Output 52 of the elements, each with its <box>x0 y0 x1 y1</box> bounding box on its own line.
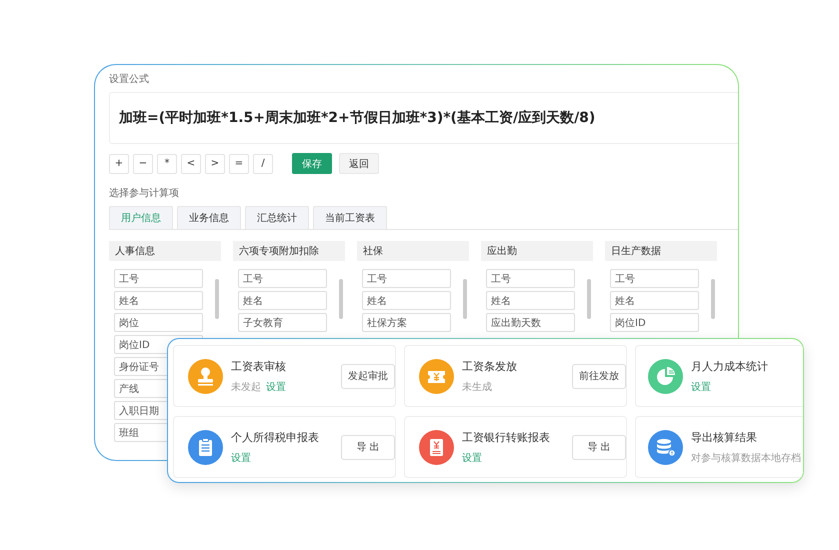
tab[interactable]: 当前工资表 <box>313 206 387 229</box>
item-field[interactable]: 姓名 <box>238 291 327 310</box>
operator-button[interactable]: * <box>157 154 177 174</box>
tab[interactable]: 业务信息 <box>177 206 241 229</box>
item-field[interactable]: 子女教育 <box>238 313 327 332</box>
card-title: 工资表审核 <box>231 358 286 374</box>
card-title: 月人力成本统计 <box>691 358 768 374</box>
operator-button[interactable]: − <box>133 154 153 174</box>
card-title: 导出核算结果 <box>691 430 757 444</box>
scrollbar[interactable] <box>711 279 715 319</box>
item-field[interactable]: 姓名 <box>610 291 699 310</box>
back-button[interactable]: 返回 <box>339 153 379 174</box>
card-title: 工资条发放 <box>462 358 517 374</box>
operator-button[interactable]: = <box>229 154 249 174</box>
section-label: 选择参与计算项 <box>109 186 179 200</box>
card-title: 个人所得税申报表 <box>231 430 319 444</box>
item-field[interactable]: 姓名 <box>486 291 575 310</box>
item-field[interactable]: 姓名 <box>362 291 451 310</box>
item-field[interactable]: 工号 <box>486 269 575 288</box>
item-field[interactable]: 工号 <box>610 269 699 288</box>
operator-button[interactable]: < <box>181 154 201 174</box>
operator-button[interactable]: + <box>109 154 129 174</box>
column-header: 应出勤 <box>481 241 593 261</box>
scrollbar[interactable] <box>339 279 343 319</box>
status-text: 未生成 <box>462 380 492 394</box>
item-field[interactable]: 工号 <box>114 269 203 288</box>
column-header: 日生产数据 <box>605 241 717 261</box>
operator-button[interactable]: > <box>205 154 225 174</box>
card-title: 工资银行转账报表 <box>462 430 550 444</box>
action-button[interactable]: 导 出 <box>340 434 395 460</box>
item-field[interactable]: 岗位ID <box>610 313 699 332</box>
item-field[interactable]: 社保方案 <box>362 313 451 332</box>
scrollbar[interactable] <box>215 279 219 319</box>
item-field[interactable]: 姓名 <box>114 291 203 310</box>
column-header: 人事信息 <box>109 241 221 261</box>
item-field[interactable]: 工号 <box>362 269 451 288</box>
status-text: 对参与核算数据本地存档 <box>691 452 801 464</box>
column-header: 六项专项附加扣除 <box>233 241 345 261</box>
action-button[interactable]: 前往发放 <box>572 364 626 388</box>
action-button[interactable]: 发起审批 <box>340 364 395 388</box>
status-text: 未发起 <box>231 380 261 394</box>
column-header: 社保 <box>357 241 469 261</box>
scrollbar[interactable] <box>587 279 591 319</box>
item-field[interactable]: 工号 <box>238 269 327 288</box>
formula-field[interactable]: 加班=(平时加班*1.5+周末加班*2+节假日加班*3)*(基本工资/应到天数/8) <box>109 92 738 144</box>
item-field[interactable]: 应出勤天数 <box>486 313 575 332</box>
window-title: 设置公式 <box>109 72 149 86</box>
tab[interactable]: 汇总统计 <box>245 206 309 229</box>
scrollbar[interactable] <box>463 279 467 319</box>
operator-button[interactable]: / <box>253 154 273 174</box>
action-button[interactable]: 导 出 <box>572 434 626 460</box>
item-field[interactable]: 岗位 <box>114 313 203 332</box>
